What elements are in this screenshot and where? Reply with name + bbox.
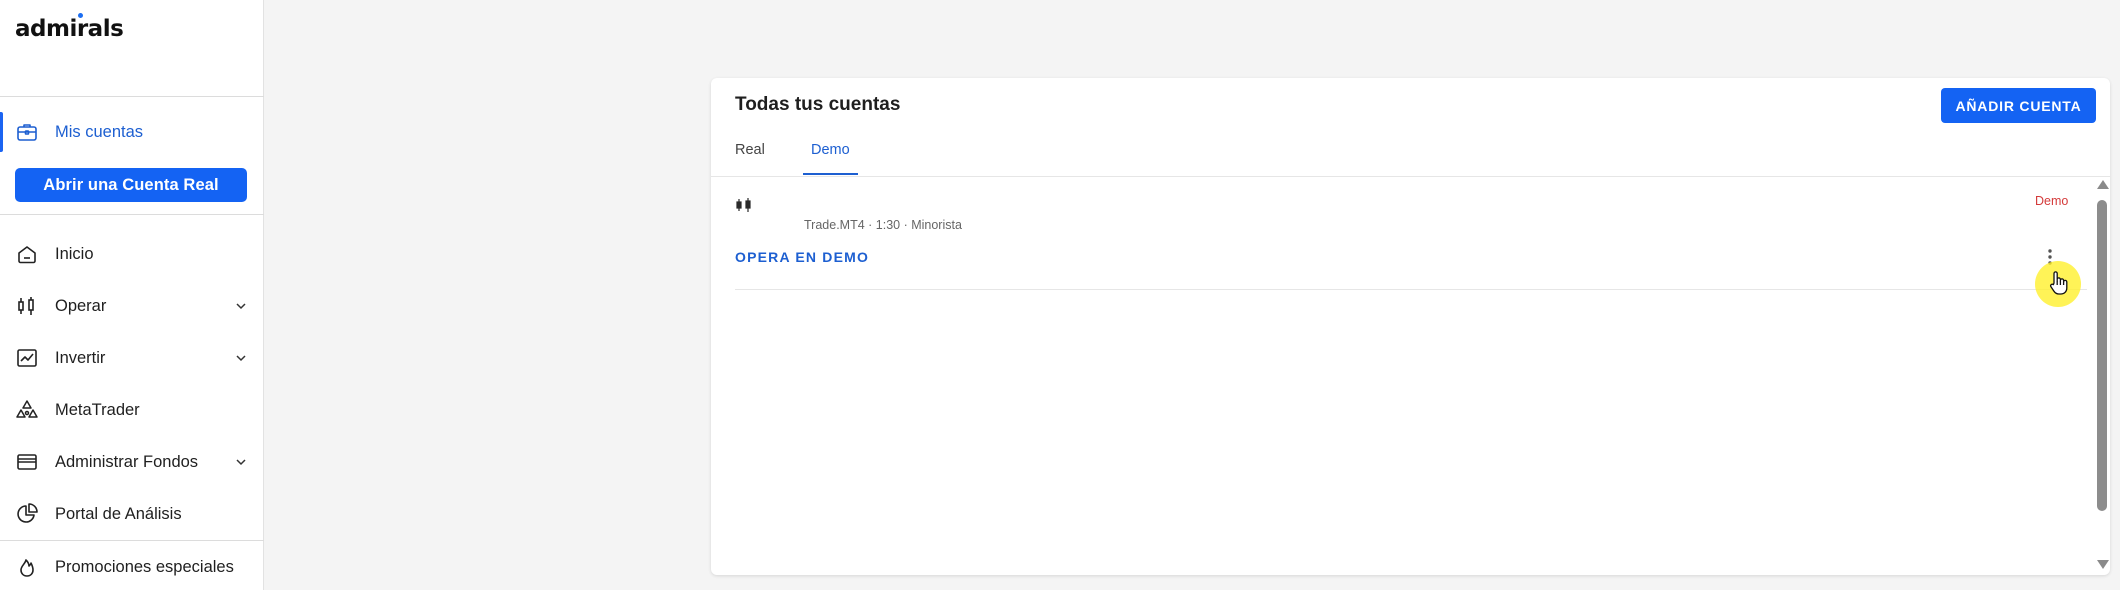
candlestick-icon	[15, 294, 39, 318]
home-icon	[15, 242, 39, 266]
sidebar-item-label: Inicio	[55, 244, 94, 263]
scroll-up-arrow[interactable]	[2097, 180, 2109, 189]
scroll-thumb[interactable]	[2097, 200, 2107, 511]
sidebar-item-label: Mis cuentas	[55, 122, 144, 141]
wallet-icon	[15, 450, 39, 474]
sidebar-item-inicio[interactable]: Inicio	[0, 232, 264, 276]
open-real-account-button[interactable]: Abrir una Cuenta Real	[15, 168, 247, 202]
scrollbar[interactable]	[2094, 180, 2110, 570]
sidebar-divider	[0, 214, 264, 215]
active-tab-indicator	[803, 173, 858, 175]
sidebar-item-label: Administrar Fondos	[55, 452, 199, 471]
sidebar-item-label: Portal de Análisis	[55, 504, 182, 523]
tab-demo[interactable]: Demo	[811, 142, 850, 158]
chevron-down-icon[interactable]	[233, 298, 249, 314]
sidebar-item-label: Invertir	[55, 348, 106, 367]
sidebar-divider	[0, 96, 264, 97]
admirals-logo[interactable]: admirals	[15, 13, 124, 42]
sidebar-item-promociones[interactable]: Promociones especiales	[0, 545, 264, 589]
pie-chart-icon	[15, 502, 39, 526]
chevron-down-icon[interactable]	[233, 454, 249, 470]
sidebar-item-invertir[interactable]: Invertir	[0, 336, 264, 380]
sidebar-item-administrar-fondos[interactable]: Administrar Fondos	[0, 440, 264, 484]
sidebar-item-label: Promociones especiales	[55, 557, 234, 576]
sidebar-item-label: Operar	[55, 296, 107, 315]
logo-text: admirals	[15, 16, 124, 42]
logo-dot	[78, 13, 83, 18]
row-divider	[735, 289, 2087, 290]
page-title: Todas tus cuentas	[735, 94, 901, 115]
tab-real[interactable]: Real	[735, 142, 765, 158]
sidebar-item-mis-cuentas[interactable]: Mis cuentas	[0, 110, 264, 154]
accounts-card: Todas tus cuentas AÑADIR CUENTA Real Dem…	[711, 78, 2110, 575]
tabs-divider	[711, 176, 2110, 177]
hand-pointer-icon	[2047, 270, 2069, 296]
operate-demo-link[interactable]: OPERA EN DEMO	[735, 249, 869, 265]
sidebar-divider	[0, 540, 264, 541]
candlestick-icon	[735, 196, 753, 214]
status-badge: Demo	[2035, 194, 2069, 208]
metatrader-icon	[15, 398, 39, 422]
sidebar-item-label: MetaTrader	[55, 400, 140, 419]
trend-chart-icon	[15, 346, 39, 370]
sidebar-item-portal-analisis[interactable]: Portal de Análisis	[0, 492, 264, 536]
chevron-down-icon[interactable]	[233, 350, 249, 366]
sidebar: admirals Mis cuentas Abrir una Cuenta Re…	[0, 0, 264, 590]
add-account-button[interactable]: AÑADIR CUENTA	[1941, 88, 2096, 123]
scroll-down-arrow[interactable]	[2097, 560, 2109, 569]
sidebar-item-operar[interactable]: Operar	[0, 284, 264, 328]
account-info: Trade.MT4 · 1:30 · Minorista	[804, 218, 962, 232]
flame-icon	[15, 555, 39, 579]
sidebar-item-metatrader[interactable]: MetaTrader	[0, 388, 264, 432]
briefcase-icon	[15, 120, 39, 144]
